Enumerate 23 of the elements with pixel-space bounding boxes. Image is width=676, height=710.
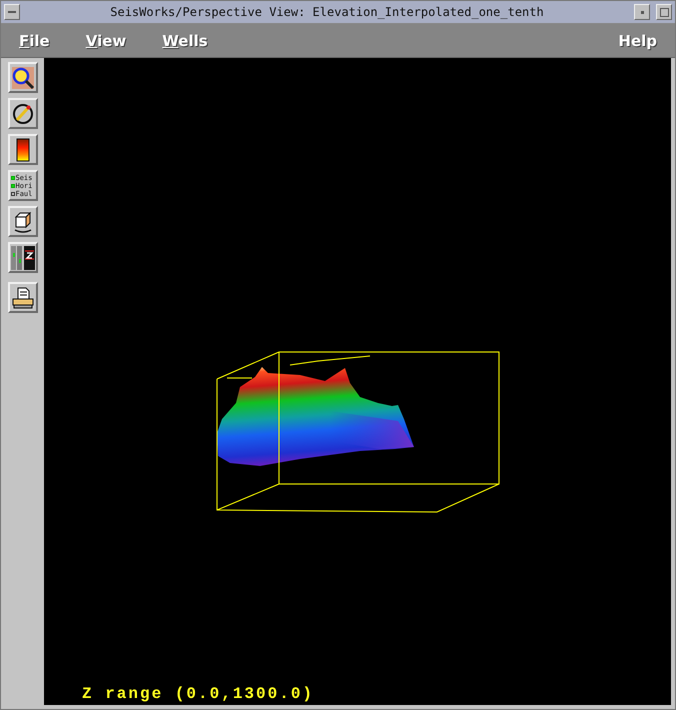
menu-item[interactable]: File	[19, 32, 50, 50]
window-menu-button[interactable]	[4, 4, 20, 20]
color-scale-button[interactable]	[8, 134, 38, 165]
magnifier-icon	[10, 66, 34, 90]
pencil-rotate-icon	[10, 102, 34, 126]
zoom-button[interactable]	[8, 62, 38, 93]
menu-item[interactable]: Help	[618, 32, 657, 50]
maximize-icon	[660, 8, 668, 16]
minimize-button[interactable]	[634, 4, 650, 20]
color-scale-icon	[16, 138, 30, 162]
z-scale-button[interactable]	[8, 242, 38, 273]
z-range-label: Z range (0.0,1300.0)	[82, 685, 314, 703]
maximize-button[interactable]	[656, 4, 672, 20]
vertical-scale-icon	[10, 244, 36, 270]
rotate-button[interactable]	[8, 98, 38, 129]
dash-icon	[8, 10, 16, 14]
printer-icon	[10, 286, 34, 310]
menu-item[interactable]: Wells	[162, 32, 208, 50]
minimize-icon	[640, 10, 644, 14]
print-button[interactable]	[8, 282, 38, 313]
window-title: SeisWorks/Perspective View: Elevation_Interpolated_one_tenth	[109, 5, 545, 19]
menu-item[interactable]: View	[86, 32, 126, 50]
cube-button[interactable]	[8, 206, 38, 237]
